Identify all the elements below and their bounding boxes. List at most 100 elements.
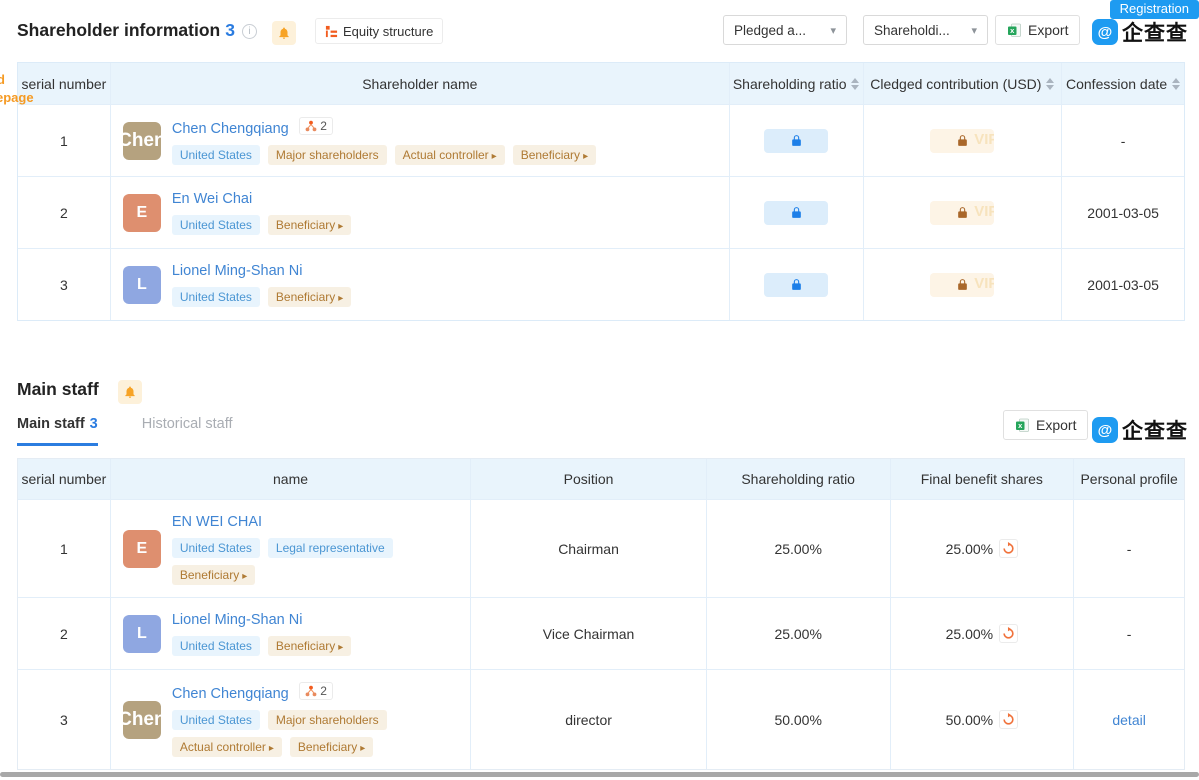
- contribution-cell: VIP: [864, 249, 1063, 320]
- tag-legal-representative[interactable]: Legal representative: [268, 538, 393, 558]
- staff-name-link[interactable]: Chen Chengqiang: [172, 686, 289, 702]
- col-pledged-contribution[interactable]: Cledged contribution (USD): [864, 63, 1063, 104]
- equity-structure-button[interactable]: Equity structure: [315, 18, 443, 44]
- staff-table-header: serial number name Position Shareholding…: [18, 459, 1184, 499]
- tag-actual-controller[interactable]: Actual controller: [172, 737, 282, 757]
- col-shareholding-ratio[interactable]: Shareholding ratio: [730, 63, 864, 104]
- shareholder-name-link[interactable]: Chen Chengqiang: [172, 121, 289, 137]
- tag-actual-controller[interactable]: Actual controller: [395, 145, 505, 165]
- locked-ratio-chip[interactable]: [764, 273, 828, 297]
- tag-major-shareholders[interactable]: Major shareholders: [268, 145, 387, 165]
- col-shareholder-name: Shareholder name: [111, 63, 730, 104]
- chevron-right-icon: [489, 148, 497, 162]
- shareholder-export-button[interactable]: x Export: [995, 15, 1080, 45]
- name-cell: Chen Chen Chengqiang 2 United: [111, 670, 471, 769]
- tag-united-states[interactable]: United States: [172, 287, 260, 307]
- tag-united-states[interactable]: United States: [172, 215, 260, 235]
- final-benefit-cell: 25.00%: [891, 500, 1075, 597]
- relation-count-badge[interactable]: 2: [299, 682, 333, 700]
- shareholder-row: 2 E En Wei Chai United States Beneficiar…: [18, 176, 1184, 248]
- staff-name-link[interactable]: Lionel Ming-Shan Ni: [172, 612, 303, 628]
- qcc-logo[interactable]: 企查查: [1092, 415, 1188, 445]
- position-cell: director: [471, 670, 707, 769]
- tab-historical-staff[interactable]: Historical staff: [142, 416, 233, 446]
- tab-main-staff[interactable]: Main staff3: [17, 416, 98, 446]
- position-cell: Vice Chairman: [471, 598, 707, 669]
- qcc-logo-icon: [1092, 417, 1118, 443]
- vip-watermark: VIP: [974, 203, 994, 220]
- relation-count: 2: [320, 119, 327, 133]
- lock-icon: [956, 134, 969, 147]
- detail-link[interactable]: detail: [1112, 712, 1145, 728]
- ratio-cell: [730, 249, 864, 320]
- serial-cell: 2: [18, 598, 111, 669]
- shareholder-name-link[interactable]: Lionel Ming-Shan Ni: [172, 263, 303, 279]
- locked-contribution-chip[interactable]: VIP: [930, 129, 994, 153]
- locked-contribution-chip[interactable]: VIP: [930, 273, 994, 297]
- name-cell: E En Wei Chai United States Beneficiary: [111, 177, 730, 248]
- main-staff-count: 3: [90, 416, 98, 432]
- staff-export-button[interactable]: x Export: [1003, 410, 1088, 440]
- locked-ratio-chip[interactable]: [764, 201, 828, 225]
- export-label: Export: [1036, 417, 1076, 433]
- lock-icon: [790, 206, 803, 219]
- benefit-structure-button[interactable]: [999, 539, 1018, 558]
- locked-ratio-chip[interactable]: [764, 129, 828, 153]
- chevron-right-icon: [335, 639, 343, 653]
- avatar: L: [123, 615, 161, 653]
- benefit-structure-button[interactable]: [999, 624, 1018, 643]
- tag-united-states[interactable]: United States: [172, 636, 260, 656]
- date-cell: -: [1062, 105, 1184, 176]
- sort-icon[interactable]: [1172, 78, 1180, 90]
- monitor-bell-button[interactable]: [272, 21, 296, 45]
- name-cell: L Lionel Ming-Shan Ni United States Bene…: [111, 249, 730, 320]
- qcc-logo-text: 企查查: [1122, 17, 1188, 47]
- chevron-right-icon: [266, 740, 274, 754]
- tag-beneficiary[interactable]: Beneficiary: [172, 565, 255, 585]
- vip-watermark: VIP: [974, 131, 994, 148]
- tag-beneficiary[interactable]: Beneficiary: [513, 145, 596, 165]
- sort-icon[interactable]: [1046, 78, 1054, 90]
- bell-icon: [123, 385, 137, 399]
- benefit-structure-button[interactable]: [999, 710, 1018, 729]
- serial-cell: 2: [18, 177, 111, 248]
- tag-beneficiary[interactable]: Beneficiary: [290, 737, 373, 757]
- tag-beneficiary[interactable]: Beneficiary: [268, 636, 351, 656]
- serial-cell: 3: [18, 249, 111, 320]
- tag-united-states[interactable]: United States: [172, 538, 260, 558]
- horizontal-scrollbar[interactable]: [0, 772, 1199, 777]
- shareholder-section-title: Shareholder information3: [17, 20, 296, 45]
- qcc-logo[interactable]: 企查查: [1092, 17, 1188, 47]
- tag-beneficiary[interactable]: Beneficiary: [268, 215, 351, 235]
- profile-cell: -: [1074, 598, 1184, 669]
- tag-major-shareholders[interactable]: Major shareholders: [268, 710, 387, 730]
- chevron-right-icon: [239, 568, 247, 582]
- col-final-benefit-shares: Final benefit shares: [891, 459, 1075, 499]
- section-title-text: Shareholder information: [17, 20, 220, 40]
- lock-icon: [956, 278, 969, 291]
- monitor-bell-button[interactable]: [118, 380, 142, 404]
- relation-count-badge[interactable]: 2: [299, 117, 333, 135]
- col-shareholding-ratio: Shareholding ratio: [707, 459, 891, 499]
- shareholder-table-header: serial number Shareholder name Sharehold…: [18, 63, 1184, 104]
- equity-structure-icon: [325, 25, 338, 38]
- shareholder-name-link[interactable]: En Wei Chai: [172, 191, 252, 207]
- pledged-filter-dropdown[interactable]: Pledged a...: [723, 15, 847, 45]
- shareholder-row: 3 L Lionel Ming-Shan Ni United States Be…: [18, 248, 1184, 320]
- staff-name-link[interactable]: EN WEI CHAI: [172, 514, 262, 530]
- qcc-logo-icon: [1092, 19, 1118, 45]
- name-cell: E EN WEI CHAI United States Legal repres…: [111, 500, 471, 597]
- info-icon[interactable]: [242, 24, 257, 39]
- locked-contribution-chip[interactable]: VIP: [930, 201, 994, 225]
- col-confession-date[interactable]: Confession date: [1062, 63, 1184, 104]
- ratio-cell: 25.00%: [707, 598, 891, 669]
- tag-united-states[interactable]: United States: [172, 710, 260, 730]
- shareholding-filter-dropdown[interactable]: Shareholdi...: [863, 15, 988, 45]
- tag-united-states[interactable]: United States: [172, 145, 260, 165]
- vip-watermark: VIP: [974, 275, 994, 292]
- sort-icon[interactable]: [851, 78, 859, 90]
- staff-row: 2 L Lionel Ming-Shan Ni United States Be…: [18, 597, 1184, 669]
- avatar: Chen: [123, 701, 161, 739]
- tag-beneficiary[interactable]: Beneficiary: [268, 287, 351, 307]
- section-title-text: Main staff: [17, 379, 99, 399]
